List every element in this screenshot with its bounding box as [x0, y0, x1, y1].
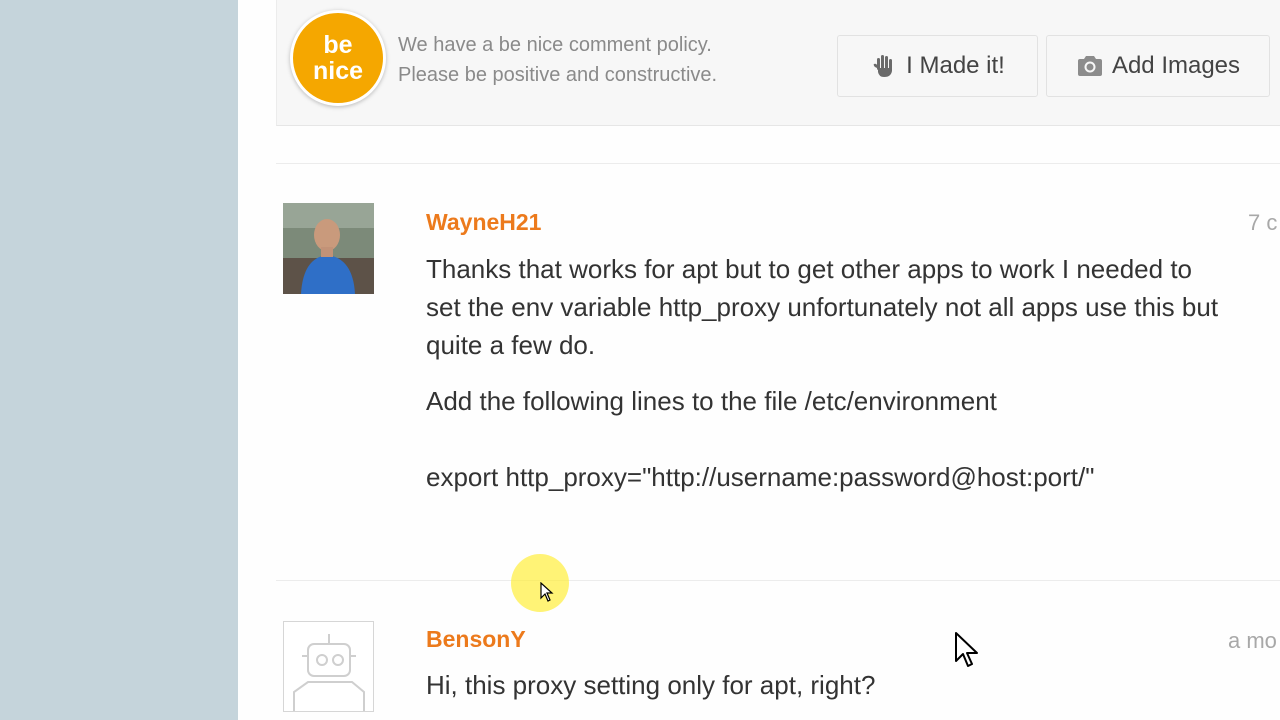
comment-time: 7 c — [1248, 210, 1278, 235]
policy-line2: Please be positive and constructive. — [398, 64, 718, 86]
left-sidebar — [0, 0, 238, 720]
camera-icon — [1076, 54, 1104, 78]
divider — [276, 163, 1280, 164]
i-made-it-button[interactable]: I Made it! — [837, 35, 1038, 97]
comment-author[interactable]: BensonY — [426, 626, 526, 653]
add-images-label: Add Images — [1111, 52, 1241, 79]
comment-paragraph: Add the following lines to the file /etc… — [426, 386, 997, 416]
be-nice-badge: be nice — [290, 10, 386, 106]
hand-icon — [870, 52, 898, 80]
comment-time: a mo — [1228, 628, 1277, 653]
robot-avatar[interactable] — [283, 621, 374, 712]
policy-text: We have a be nice comment policy. Please… — [398, 30, 818, 90]
user-photo-avatar[interactable] — [283, 203, 374, 294]
mouse-cursor-icon — [954, 631, 980, 674]
badge-line1: be — [323, 31, 353, 59]
comment-paragraph: Hi, this proxy setting only for apt, rig… — [426, 670, 876, 700]
add-images-button[interactable]: Add Images — [1046, 35, 1270, 97]
comment-author[interactable]: WayneH21 — [426, 209, 541, 236]
pointer-cursor-icon — [540, 581, 554, 607]
i-made-it-label: I Made it! — [906, 52, 1005, 79]
divider — [276, 580, 1280, 581]
comment-paragraph: Thanks that works for apt but to get oth… — [426, 254, 1219, 360]
comment-paragraph: export http_proxy="http://username:passw… — [426, 462, 1095, 492]
policy-line1: We have a be nice comment policy. — [398, 34, 712, 56]
badge-line2: nice — [312, 57, 364, 85]
